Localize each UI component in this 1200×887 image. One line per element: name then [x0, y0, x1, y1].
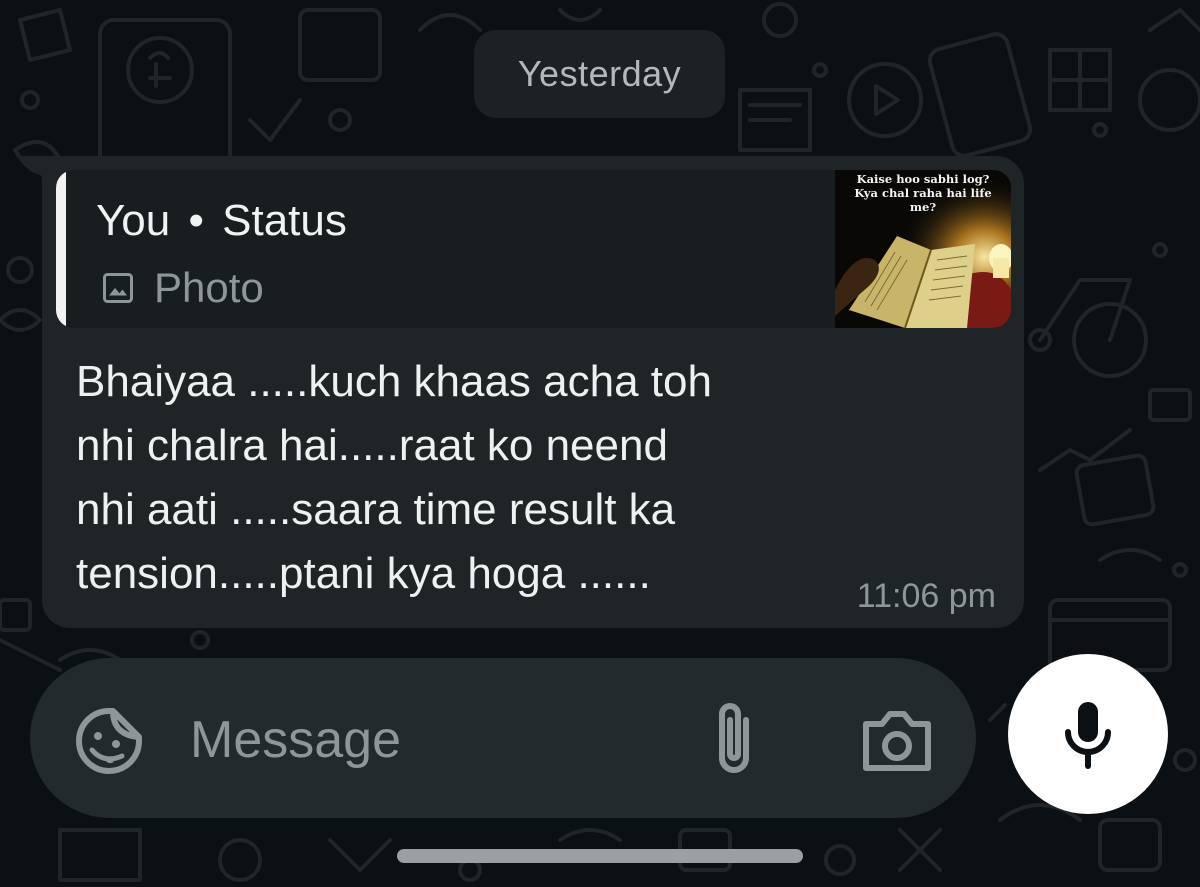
voice-record-button[interactable] [1008, 654, 1168, 814]
quote-separator: • [188, 196, 204, 245]
photo-icon [103, 273, 133, 303]
message-text: Bhaiyaa .....kuch khaas acha toh nhi cha… [76, 357, 712, 598]
quote-media-label: Photo [154, 264, 264, 311]
date-separator: Yesterday [474, 30, 725, 118]
quote-accent-bar [56, 170, 66, 328]
thumbnail-caption: Kaise hoo sabhi log? Kya chal raha hai l… [854, 172, 992, 214]
message-input[interactable] [190, 708, 690, 772]
message-composer [30, 658, 976, 818]
paperclip-icon[interactable] [706, 700, 762, 780]
microphone-icon [1065, 702, 1111, 769]
home-indicator[interactable] [397, 849, 803, 863]
camera-icon[interactable] [860, 704, 934, 776]
status-thumbnail[interactable]: Kaise hoo sabhi log? Kya chal raha hai l… [835, 170, 1011, 328]
sticker-emoji-icon[interactable] [74, 706, 144, 776]
quoted-status-reply[interactable]: You • Status Photo Kaise hoo sabhi log? … [56, 170, 1011, 328]
message-bubble[interactable]: You • Status Photo Kaise hoo sabhi log? … [42, 156, 1024, 628]
quote-source: Status [222, 196, 347, 245]
quote-title: You • Status [96, 196, 347, 246]
date-label: Yesterday [517, 53, 682, 94]
quote-sender: You [96, 196, 171, 245]
message-timestamp: 11:06 pm [856, 577, 996, 615]
bubble-tail [16, 156, 44, 178]
quote-media-type: Photo [100, 264, 264, 312]
